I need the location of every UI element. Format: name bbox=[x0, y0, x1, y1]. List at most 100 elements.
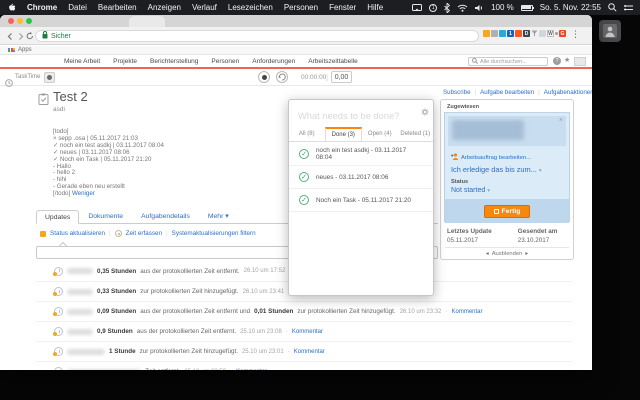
gear-icon[interactable] bbox=[421, 103, 429, 121]
redacted-text bbox=[67, 369, 141, 371]
feed-row: 1 Stundezur protokollierten Zeit hinzuge… bbox=[36, 341, 572, 361]
tab-dokumente[interactable]: Dokumente bbox=[79, 210, 132, 223]
address-bar[interactable]: Sicher bbox=[35, 30, 479, 42]
star-icon[interactable]: ★ bbox=[564, 57, 570, 65]
extension-icon[interactable]: 1 bbox=[507, 30, 514, 37]
page-title: Test 2 bbox=[53, 89, 88, 104]
check-icon[interactable]: ✓ bbox=[299, 149, 309, 159]
search-input[interactable]: Alle durchsuchen... bbox=[468, 57, 548, 66]
todo-item[interactable]: ✓ Noch ein Task - 05.11.2017 21:20 bbox=[289, 189, 433, 212]
check-icon[interactable]: ✓ bbox=[299, 195, 309, 205]
menubar-item-personen[interactable]: Personen bbox=[284, 3, 318, 12]
menubar-item-datei[interactable]: Datei bbox=[68, 3, 87, 12]
subscribe-link[interactable]: Subscribe bbox=[443, 89, 471, 96]
track-time-link[interactable]: Zeit erfassen bbox=[126, 230, 162, 237]
tab-deleted[interactable]: Deleted (1) bbox=[398, 127, 434, 141]
checkbox-icon bbox=[494, 209, 499, 214]
extension-icon[interactable]: W bbox=[547, 30, 554, 37]
edit-assignment-link[interactable]: Arbeitsauftrag bearbeiten... bbox=[451, 153, 531, 162]
todo-tabs: All (8) Done (3) Open (4) Deleted (1) bbox=[289, 127, 433, 142]
close-button[interactable] bbox=[8, 18, 14, 24]
todo-item[interactable]: ✓ noch ein test asdkj - 03.11.2017 08:04 bbox=[289, 143, 433, 166]
notification-center-icon[interactable] bbox=[624, 4, 633, 12]
menubar-clock[interactable]: So. 5. Nov. 22:55 bbox=[540, 3, 601, 12]
separator: · bbox=[230, 368, 232, 370]
spotlight-icon[interactable] bbox=[608, 3, 617, 12]
apple-icon[interactable] bbox=[7, 2, 16, 14]
status-circle-icon[interactable]: 1 bbox=[429, 4, 437, 12]
nav-berichterstellung[interactable]: Berichterstellung bbox=[150, 58, 198, 65]
status-update-link[interactable]: Status aktualisieren bbox=[50, 230, 105, 237]
nav-anforderungen[interactable]: Anforderungen bbox=[252, 58, 295, 65]
tab-open[interactable]: Open (4) bbox=[362, 127, 398, 141]
remove-assignee-icon[interactable]: × bbox=[559, 117, 563, 124]
bluetooth-icon[interactable] bbox=[444, 3, 450, 13]
volume-icon[interactable] bbox=[475, 4, 484, 12]
menubar-item-anzeigen[interactable]: Anzeigen bbox=[148, 3, 181, 12]
todo-input-placeholder[interactable]: What needs to be done? bbox=[298, 111, 399, 121]
back-button[interactable] bbox=[5, 31, 15, 41]
task-subtitle: asdi bbox=[53, 106, 65, 113]
redacted-username bbox=[67, 329, 93, 335]
menubar-item-verlauf[interactable]: Verlauf bbox=[192, 3, 217, 12]
nav-meine-arbeit[interactable]: Meine Arbeit bbox=[64, 58, 100, 65]
zoom-button[interactable] bbox=[26, 18, 32, 24]
extension-icon[interactable] bbox=[499, 30, 506, 37]
add-user-icon bbox=[451, 153, 459, 162]
filter-extension-icon[interactable] bbox=[531, 30, 538, 37]
extension-icon[interactable]: G bbox=[559, 30, 566, 37]
battery-percent: 100 % bbox=[491, 3, 514, 12]
menubar-item-hilfe[interactable]: Hilfe bbox=[367, 3, 383, 12]
extension-icon[interactable] bbox=[555, 32, 558, 35]
menubar-app-name[interactable]: Chrome bbox=[27, 3, 57, 12]
extensions-row: 1 D W G bbox=[483, 30, 566, 37]
apps-bookmark[interactable]: Apps bbox=[18, 47, 32, 53]
extension-icon[interactable] bbox=[483, 30, 490, 37]
minimize-button[interactable] bbox=[17, 18, 23, 24]
comment-link[interactable]: Kommentar bbox=[236, 369, 267, 371]
help-button[interactable]: ? bbox=[553, 57, 561, 65]
forward-button[interactable] bbox=[15, 31, 25, 41]
comment-link[interactable]: Kommentar bbox=[452, 309, 483, 315]
menubar-item-fenster[interactable]: Fenster bbox=[329, 3, 356, 12]
tab-mehr[interactable]: Mehr ▾ bbox=[199, 209, 238, 223]
menubar-item-lesezeichen[interactable]: Lesezeichen bbox=[228, 3, 273, 12]
active-tab[interactable] bbox=[129, 16, 165, 27]
nav-arbeitszeittabelle[interactable]: Arbeitszeittabelle bbox=[308, 58, 358, 65]
extension-icon[interactable] bbox=[539, 30, 546, 37]
browser-menu-button[interactable]: ⋮ bbox=[571, 29, 580, 40]
edit-task-link[interactable]: Aufgabe bearbeiten bbox=[480, 89, 534, 96]
hide-panel-button[interactable]: ◂ Ausblenden ▸ bbox=[441, 248, 573, 260]
comment-link[interactable]: Kommentar bbox=[294, 349, 325, 355]
user-avatar[interactable] bbox=[599, 20, 621, 42]
menubar-item-bearbeiten[interactable]: Bearbeiten bbox=[98, 3, 137, 12]
timer-value: 00:00:00 bbox=[301, 74, 326, 81]
tab-updates[interactable]: Updates bbox=[36, 210, 79, 224]
profile-thumbnail[interactable] bbox=[574, 57, 586, 66]
extension-icon[interactable] bbox=[515, 30, 522, 37]
status-dropdown[interactable]: Not started ▾ bbox=[451, 187, 490, 194]
show-less-link[interactable]: Weniger bbox=[72, 190, 95, 197]
comment-link[interactable]: Kommentar bbox=[292, 329, 323, 335]
tab-aufgabendetails[interactable]: Aufgabendetails bbox=[132, 210, 199, 223]
nav-personen[interactable]: Personen bbox=[211, 58, 239, 65]
nav-projekte[interactable]: Projekte bbox=[113, 58, 137, 65]
done-button[interactable]: Fertig bbox=[484, 205, 530, 218]
display-mirroring-icon[interactable] bbox=[412, 4, 422, 12]
filter-updates-link[interactable]: Systemaktualisierungen filtern bbox=[172, 230, 256, 237]
record-time-button[interactable] bbox=[258, 71, 270, 83]
extension-icon[interactable]: D bbox=[523, 30, 530, 37]
todo-item[interactable]: ✓ neues - 03.11.2017 08:06 bbox=[289, 166, 433, 189]
reload-button[interactable] bbox=[25, 31, 35, 41]
tab-all[interactable]: All (8) bbox=[289, 127, 325, 141]
due-date-link[interactable]: Ich erledige das bis zum... ▾ bbox=[451, 165, 542, 174]
tasktime-settings-button[interactable] bbox=[44, 72, 55, 83]
extension-icon[interactable] bbox=[491, 30, 498, 37]
task-actions-dropdown[interactable]: Aufgabenaktionen ▾ bbox=[544, 89, 592, 96]
timer-amount[interactable]: 0,00 bbox=[331, 71, 352, 83]
tab-done[interactable]: Done (3) bbox=[325, 127, 363, 141]
check-icon[interactable]: ✓ bbox=[299, 172, 309, 182]
feed-date: 25.10 um 23:01 bbox=[242, 349, 284, 355]
wifi-icon[interactable] bbox=[457, 4, 468, 12]
undo-time-button[interactable] bbox=[276, 71, 288, 83]
